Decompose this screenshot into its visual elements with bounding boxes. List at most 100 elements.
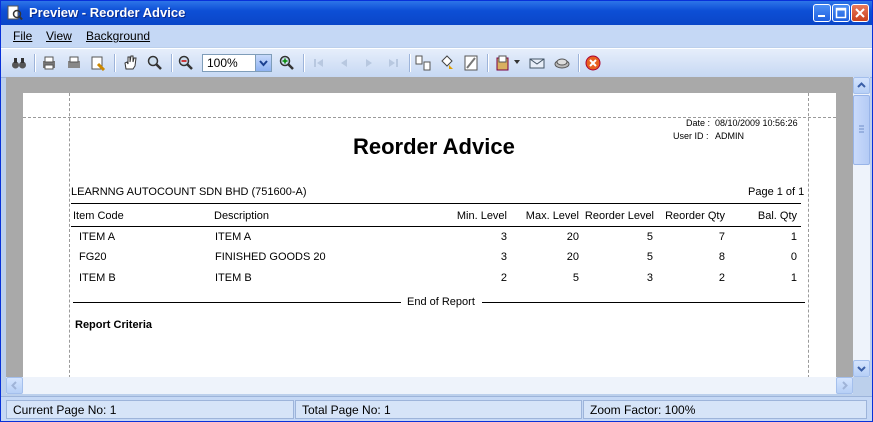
cell-item-code: FG20 [79,251,107,263]
first-page-icon[interactable] [311,55,327,71]
cell-bal-qty: 0 [790,251,797,263]
last-page-icon[interactable] [385,55,401,71]
maximize-icon [835,7,847,19]
col-item-code: Item Code [73,210,124,222]
scroll-left-button[interactable] [6,377,23,394]
menu-file[interactable]: File [13,29,32,43]
title-bar[interactable]: Preview - Reorder Advice [1,1,872,25]
hand-tool-icon[interactable] [122,55,138,71]
current-page-panel: Current Page No: 1 [6,400,294,419]
menu-bar: File View Background [1,25,872,47]
zoom-in-icon[interactable] [279,55,295,71]
chevron-left-icon [11,381,17,390]
scroll-up-button[interactable] [853,77,870,94]
cell-reorder-level: 5 [646,251,653,263]
cell-max-level: 20 [566,231,579,243]
cell-description: ITEM B [215,272,252,284]
cell-reorder-qty: 2 [718,272,725,284]
cell-description: FINISHED GOODS 20 [215,251,326,263]
margin-guide-right [808,93,809,377]
scroll-down-button[interactable] [853,360,870,377]
header-top-rule [71,203,801,204]
cell-description: ITEM A [215,231,252,243]
quick-print-icon[interactable] [90,55,106,71]
cell-max-level: 20 [566,251,579,263]
margin-guide-left [69,93,70,377]
toolbar-separator [114,54,116,72]
print-icon[interactable] [66,55,82,71]
col-reorder-level: Reorder Level [584,210,654,222]
zoom-value: 100% [207,56,238,70]
status-bar: Current Page No: 1 Total Page No: 1 Zoom… [1,396,872,421]
horizontal-scrollbar[interactable] [6,377,853,394]
find-icon[interactable] [11,55,27,71]
cell-min-level: 3 [500,251,507,263]
toolbar: 100% [1,48,872,78]
next-page-icon[interactable] [361,55,377,71]
cell-max-level: 5 [572,272,579,284]
chevron-up-icon [857,82,866,88]
close-preview-icon[interactable] [585,55,601,71]
menu-background[interactable]: Background [86,29,150,43]
background-color-icon[interactable] [439,55,455,71]
end-rule-right [482,302,805,303]
zoom-dropdown-button[interactable] [255,55,271,71]
chevron-down-icon [259,60,268,67]
header-bottom-rule [71,226,801,227]
col-min-level: Min. Level [456,210,507,222]
cell-min-level: 3 [500,231,507,243]
report-page: Date : 08/10/2009 10:56:26 User ID : ADM… [23,93,836,377]
end-rule-left [73,302,401,303]
zoom-factor-panel: Zoom Factor: 100% [583,400,867,419]
toolbar-separator [487,54,489,72]
scroll-thumb[interactable] [853,95,870,165]
menu-view[interactable]: View [46,29,72,43]
maximize-button[interactable] [832,4,850,22]
report-criteria-title: Report Criteria [75,319,153,331]
cell-reorder-qty: 7 [718,231,725,243]
user-id-label: User ID : [673,131,709,141]
preview-window: Preview - Reorder Advice File View Backg… [0,0,873,422]
minimize-icon [818,15,825,17]
chevron-right-icon [842,381,848,390]
total-page-panel: Total Page No: 1 [295,400,582,419]
multiple-pages-icon[interactable] [415,55,431,71]
export-icon[interactable] [495,55,511,71]
minimize-button[interactable] [813,4,831,22]
zoom-combo[interactable]: 100% [202,54,272,72]
user-id-value: ADMIN [715,131,744,141]
print-setup-icon[interactable] [41,55,57,71]
col-bal-qty: Bal. Qty [757,210,797,222]
close-button[interactable] [851,4,869,22]
preview-viewport[interactable]: Date : 08/10/2009 10:56:26 User ID : ADM… [6,77,853,377]
open-icon[interactable] [554,55,570,71]
toolbar-separator [578,54,580,72]
cell-reorder-level: 5 [646,231,653,243]
export-dropdown-icon[interactable] [514,60,520,64]
company-name: LEARNNG AUTOCOUNT SDN BHD (751600-A) [71,186,307,198]
scroll-right-button[interactable] [836,377,853,394]
date-label: Date : [686,118,711,128]
cell-reorder-level: 3 [646,272,653,284]
col-reorder-qty: Reorder Qty [665,210,725,222]
date-value: 08/10/2009 10:56:26 [715,118,798,128]
cell-item-code: ITEM A [79,231,116,243]
cell-bal-qty: 1 [790,272,797,284]
window-title: Preview - Reorder Advice [29,5,186,20]
zoom-tool-icon[interactable] [147,55,163,71]
cell-reorder-qty: 8 [718,251,725,263]
watermark-icon[interactable] [463,55,479,71]
prev-page-icon[interactable] [336,55,352,71]
chevron-down-icon [857,366,866,372]
close-icon [855,8,865,18]
preview-app-icon [7,5,23,21]
toolbar-separator [34,54,36,72]
send-email-icon[interactable] [529,55,545,71]
end-of-report: End of Report [407,296,475,308]
zoom-out-icon[interactable] [178,55,194,71]
toolbar-separator [303,54,305,72]
cell-min-level: 2 [500,272,507,284]
grip-icon [859,125,864,133]
vertical-scrollbar[interactable] [853,77,870,377]
cell-item-code: ITEM B [79,272,116,284]
